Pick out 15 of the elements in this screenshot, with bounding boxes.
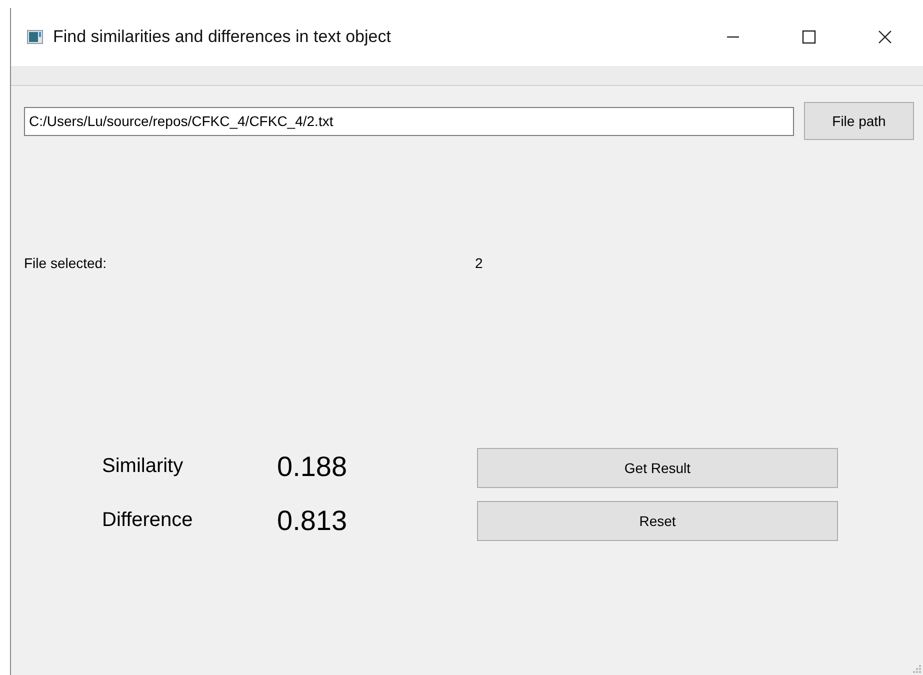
file-selected-value: 2 bbox=[475, 255, 483, 271]
app-icon bbox=[27, 30, 43, 44]
get-result-button[interactable]: Get Result bbox=[477, 448, 838, 488]
file-path-field[interactable]: C:/Users/Lu/source/repos/CFKC_4/CFKC_4/2.txt bbox=[24, 106, 794, 136]
maximize-icon[interactable] bbox=[802, 30, 816, 44]
file-path-button[interactable]: File path bbox=[804, 102, 914, 140]
result-value: 0.188 bbox=[277, 450, 348, 482]
result-value: 0.813 bbox=[277, 504, 348, 536]
resize-grip-icon[interactable] bbox=[913, 665, 921, 673]
close-icon[interactable] bbox=[878, 30, 892, 44]
result-label: Difference bbox=[102, 509, 194, 532]
window-title: Find similarities and differences in text object bbox=[53, 27, 391, 47]
reset-button[interactable]: Reset bbox=[477, 501, 838, 541]
file-selected-label: File selected: bbox=[24, 255, 108, 271]
result-label: Similarity bbox=[102, 455, 184, 478]
